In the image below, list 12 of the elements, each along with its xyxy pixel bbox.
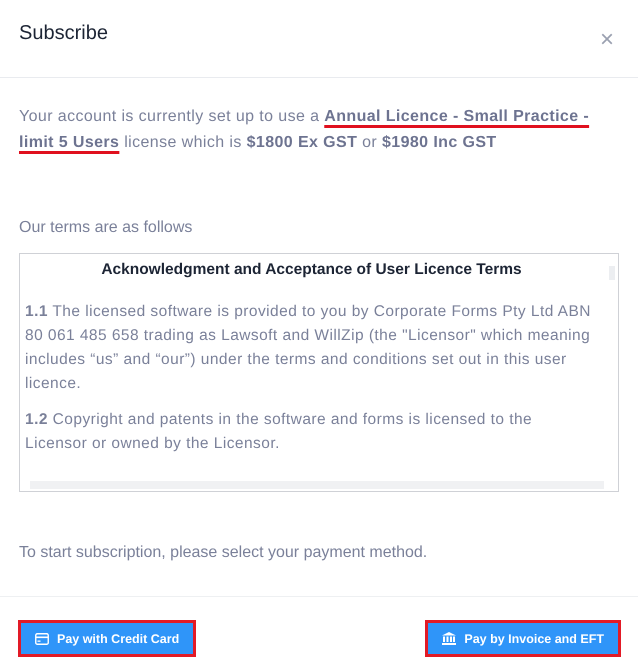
- licence-description: Your account is currently set up to use a Annual Licence - Small Practice - limit 5 Users license which is $1800 Ex GST or $1980 Inc GST: [19, 107, 590, 153]
- dialog-title: Subscribe: [19, 22, 108, 45]
- terms-paragraph: 1.1 The licensed software is provided to you by Corporate Forms Pty Ltd ABN 80 061 485 658 trading as Lawsoft and WillZip (the "Licensor" which meaning includes “us” and “our”) under the terms and conditions set out in this user licence.: [25, 302, 592, 394]
- payment-button[interactable]: Pay with Credit Card: [21, 623, 194, 654]
- terms-paragraph: 1.2 Copyright and patents in the software and forms is licensed to the Licensor or owned by the Licensor.: [25, 410, 534, 454]
- payment-prompt: To start subscription, please select your payment method.: [19, 543, 428, 563]
- bank-icon: [442, 632, 456, 645]
- terms-heading: Acknowledgment and Acceptance of User Licence Terms: [100, 260, 523, 280]
- terms-label: Our terms are as follows: [19, 218, 194, 238]
- payment-button[interactable]: Pay by Invoice and EFT: [428, 623, 618, 654]
- credit-card-icon: [35, 632, 49, 644]
- close-button[interactable]: ×: [596, 28, 618, 52]
